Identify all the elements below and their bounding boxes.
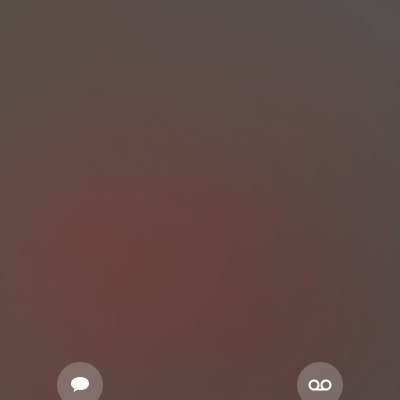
message-bubble-icon <box>69 375 91 395</box>
voicemail-icon <box>308 378 332 392</box>
call-screen-background <box>0 0 400 400</box>
voicemail-button[interactable] <box>297 362 343 400</box>
message-button[interactable] <box>57 362 103 400</box>
